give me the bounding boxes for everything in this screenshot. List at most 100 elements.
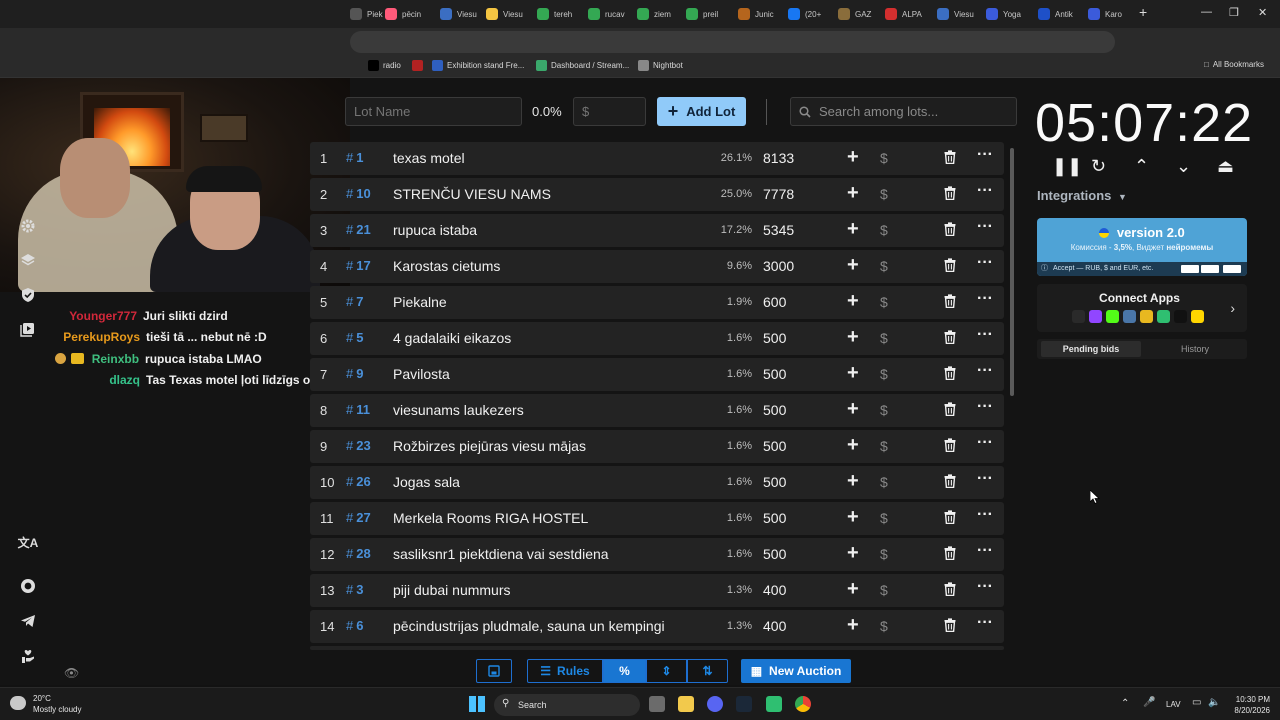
browser-tab[interactable]: Viesu xyxy=(440,3,484,25)
lot-name[interactable]: viesunams laukezers xyxy=(393,402,524,418)
integrations-dropdown[interactable]: Integrations ▼ xyxy=(1037,188,1127,203)
lot-row[interactable]: 10 #26 Jogas sala 1.6% 500 + $ ··· xyxy=(310,466,1004,499)
all-bookmarks[interactable]: □ All Bookmarks xyxy=(1204,60,1264,69)
add-amount-icon[interactable]: + xyxy=(847,578,859,601)
dollar-icon[interactable]: $ xyxy=(880,366,888,382)
lot-name[interactable]: Rožbirzes piejūras viesu mājas xyxy=(393,438,586,454)
visibility-eye-icon[interactable]: 👁 xyxy=(64,666,79,680)
dollar-icon[interactable]: $ xyxy=(880,294,888,310)
bookmark-item[interactable]: Exhibition stand Fre... xyxy=(432,60,524,71)
lot-id[interactable]: #21 xyxy=(346,222,371,237)
browser-tab[interactable]: Yoga xyxy=(986,3,1030,25)
lot-row[interactable]: 13 #3 piji dubai nummurs 1.3% 400 + $ ··· xyxy=(310,574,1004,607)
dollar-icon[interactable]: $ xyxy=(880,510,888,526)
dollar-icon[interactable]: $ xyxy=(880,222,888,238)
add-amount-icon[interactable]: + xyxy=(847,290,859,313)
browser-tab[interactable]: Antik xyxy=(1038,3,1082,25)
more-options-icon[interactable]: ··· xyxy=(977,218,993,236)
lot-row[interactable]: 4 #17 Karostas cietums 9.6% 3000 + $ ··· xyxy=(310,250,1004,283)
connect-apps-card[interactable]: Connect Apps › xyxy=(1037,284,1247,332)
more-options-icon[interactable]: ··· xyxy=(977,578,993,596)
dollar-icon[interactable]: $ xyxy=(880,582,888,598)
pause-icon[interactable]: ❚❚ xyxy=(1052,156,1082,177)
trash-icon[interactable] xyxy=(944,366,956,380)
browser-tab[interactable]: preil xyxy=(686,3,730,25)
telegram-icon[interactable] xyxy=(12,605,44,637)
lot-amount[interactable]: 500 xyxy=(763,474,786,490)
chevron-down-icon[interactable]: ⌄ xyxy=(1176,156,1191,177)
lot-amount[interactable]: 400 xyxy=(763,618,786,634)
trash-icon[interactable] xyxy=(944,186,956,200)
save-button[interactable] xyxy=(476,659,512,683)
browser-tab[interactable]: Junic xyxy=(738,3,782,25)
lot-name[interactable]: piji dubai nummurs xyxy=(393,582,511,598)
settings-gear-icon[interactable] xyxy=(12,210,44,242)
add-amount-icon[interactable]: + xyxy=(847,362,859,385)
lot-id[interactable]: #1 xyxy=(346,150,363,165)
add-amount-icon[interactable]: + xyxy=(847,326,859,349)
add-amount-icon[interactable]: + xyxy=(847,542,859,565)
lot-amount[interactable]: 500 xyxy=(763,330,786,346)
lot-id[interactable]: #23 xyxy=(346,438,371,453)
lot-row[interactable]: 11 #27 Merkela Rooms RIGA HOSTEL 1.6% 500 + $… xyxy=(310,502,1004,535)
more-options-icon[interactable]: ··· xyxy=(977,290,993,308)
lot-name[interactable]: STRENČU VIESU NAMS xyxy=(393,186,551,202)
lot-name[interactable]: rupuca istaba xyxy=(393,222,477,238)
lot-row[interactable]: 1 #1 texas motel 26.1% 8133 + $ ··· xyxy=(310,142,1004,175)
lot-name[interactable]: Karostas cietums xyxy=(393,258,500,274)
tab-history[interactable]: History xyxy=(1145,341,1245,357)
more-options-icon[interactable]: ··· xyxy=(977,434,993,452)
lot-list-scrollbar[interactable] xyxy=(1010,148,1014,396)
browser-tab[interactable]: tereh xyxy=(537,3,581,25)
trash-icon[interactable] xyxy=(944,222,956,236)
lot-amount[interactable]: 500 xyxy=(763,510,786,526)
browser-tab[interactable]: Viesu xyxy=(486,3,530,25)
bookmark-item[interactable]: Nightbot xyxy=(638,60,683,71)
trash-icon[interactable] xyxy=(944,510,956,524)
lot-row[interactable]: 14 #6 pēcindustrijas pludmale, sauna un ke… xyxy=(310,610,1004,643)
more-options-icon[interactable]: ··· xyxy=(977,254,993,272)
browser-tab[interactable]: Viesu xyxy=(937,3,981,25)
trash-icon[interactable] xyxy=(944,150,956,164)
more-options-icon[interactable]: ··· xyxy=(977,146,993,164)
eject-icon[interactable]: ⏏ xyxy=(1217,156,1234,177)
lot-row[interactable]: 2 #10 STRENČU VIESU NAMS 25.0% 7778 + $ ··· xyxy=(310,178,1004,211)
lot-name-input[interactable] xyxy=(345,97,522,126)
percent-toggle-button[interactable]: % xyxy=(603,659,646,683)
bookmark-item[interactable]: radio xyxy=(368,60,401,71)
trash-icon[interactable] xyxy=(944,546,956,560)
lot-amount[interactable]: 500 xyxy=(763,402,786,418)
lot-row[interactable]: 3 #21 rupuca istaba 17.2% 5345 + $ ··· xyxy=(310,214,1004,247)
more-options-icon[interactable]: ··· xyxy=(977,398,993,416)
maximize-icon[interactable]: ❐ xyxy=(1229,6,1239,19)
trash-icon[interactable] xyxy=(944,330,956,344)
add-amount-icon[interactable]: + xyxy=(847,218,859,241)
donate-hand-icon[interactable] xyxy=(12,640,44,672)
lot-row[interactable]: 8 #11 viesunams laukezers 1.6% 500 + $ ··· xyxy=(310,394,1004,427)
lot-amount[interactable]: 8133 xyxy=(763,150,794,166)
lot-name[interactable]: Merkela Rooms RIGA HOSTEL xyxy=(393,510,588,526)
add-amount-icon[interactable]: + xyxy=(847,434,859,457)
amount-input[interactable] xyxy=(573,97,646,126)
add-lot-button[interactable]: + Add Lot xyxy=(657,97,746,126)
lot-name[interactable]: Pavilosta xyxy=(393,366,450,382)
github-icon[interactable] xyxy=(12,570,44,602)
lot-row[interactable]: 7 #9 Pavilosta 1.6% 500 + $ ··· xyxy=(310,358,1004,391)
streaming-app-icon[interactable] xyxy=(766,696,782,712)
lot-amount[interactable]: 600 xyxy=(763,294,786,310)
dollar-icon[interactable]: $ xyxy=(880,330,888,346)
chrome-icon[interactable] xyxy=(795,696,811,712)
lot-id[interactable]: #10 xyxy=(346,186,371,201)
trash-icon[interactable] xyxy=(944,258,956,272)
lot-name[interactable]: 4 gadalaiki eikazos xyxy=(393,330,511,346)
lot-id[interactable]: #11 xyxy=(346,402,370,417)
minimize-icon[interactable]: — xyxy=(1201,6,1212,18)
dollar-icon[interactable]: $ xyxy=(880,186,888,202)
lot-name[interactable]: texas motel xyxy=(393,150,465,166)
trash-icon[interactable] xyxy=(944,582,956,596)
dollar-icon[interactable]: $ xyxy=(880,618,888,634)
network-icon[interactable]: ▭ xyxy=(1192,697,1201,708)
file-explorer-icon[interactable] xyxy=(678,696,694,712)
search-input[interactable]: Search among lots... xyxy=(819,104,938,119)
version-card[interactable]: version 2.0 Комиссия - 3,5%, Виджет нейр… xyxy=(1037,218,1247,276)
